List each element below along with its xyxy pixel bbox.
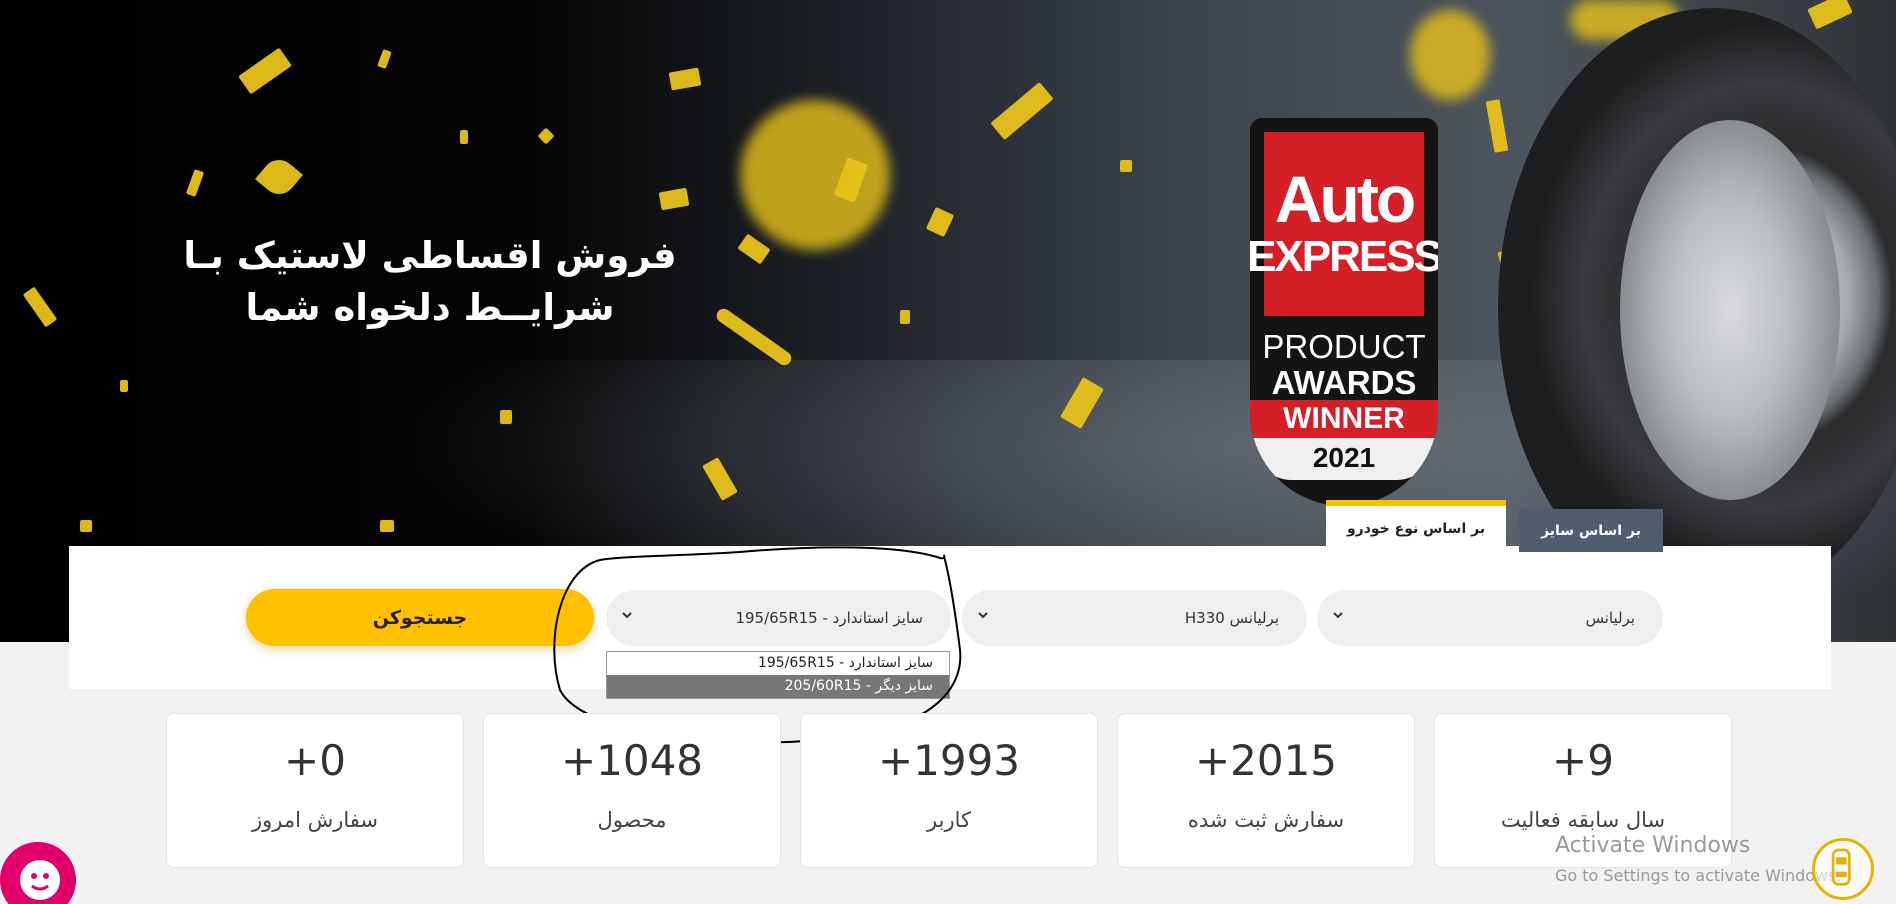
confetti: [120, 380, 128, 392]
confetti: [185, 169, 205, 197]
confetti: [1120, 160, 1132, 172]
confetti: [380, 520, 394, 532]
model-select-value: برلیانس H330: [1184, 609, 1279, 627]
confetti: [668, 67, 702, 91]
confetti: [377, 49, 392, 69]
confetti: [658, 187, 690, 211]
stat-label: سفارش امروز: [251, 808, 379, 832]
award-product-text: PRODUCT: [1262, 328, 1426, 365]
award-year: 2021: [1250, 438, 1438, 480]
stat-value: +1048: [560, 736, 704, 785]
stat-value: +1993: [877, 736, 1021, 785]
confetti: [925, 206, 955, 238]
confetti: [22, 286, 58, 328]
stat-card-registered-orders: +2015 سفارش ثبت شده: [1117, 713, 1415, 868]
stat-value: +2015: [1194, 736, 1338, 785]
award-brand-top: Auto: [1274, 162, 1416, 236]
hero-headline: فروش اقساطی لاستیک بـا شرایــط دلخواه شم…: [170, 230, 690, 334]
search-button[interactable]: جستجوکن: [246, 589, 594, 646]
award-badge: Auto EXPRESS PRODUCT AWARDS WINNER 2021: [1250, 118, 1438, 506]
tab-by-size[interactable]: بر اساس سایز: [1519, 509, 1663, 552]
stat-label: کاربر: [927, 808, 971, 832]
car-top-view-icon: [1831, 848, 1851, 886]
confetti: [238, 47, 292, 95]
windows-activation-subtitle: Go to Settings to activate Windows.: [1555, 866, 1842, 885]
confetti: [740, 100, 890, 250]
stat-card-products: +1048 محصول: [483, 713, 781, 868]
award-awards-text: AWARDS: [1271, 364, 1417, 401]
tire-wheel-rim: [1620, 120, 1840, 500]
tab-by-car-type[interactable]: بر اساس نوع خودرو: [1326, 500, 1506, 552]
size-dropdown-list: سایز استاندارد - 195/65R15 سایز دیگر - 2…: [606, 651, 950, 699]
award-brand-bottom: EXPRESS: [1250, 232, 1438, 281]
award-logo-block: Auto EXPRESS: [1250, 132, 1438, 316]
brand-select[interactable]: برلیانس: [1317, 590, 1663, 646]
size-option-highlighted[interactable]: سایز دیگر - 205/60R15: [607, 675, 949, 698]
confetti: [255, 153, 303, 201]
chevron-down-icon: [622, 612, 632, 619]
chevron-down-icon: [1333, 612, 1343, 619]
size-select[interactable]: سایز استاندارد - 195/65R15: [606, 590, 951, 646]
chat-face-icon: [20, 860, 60, 900]
page: Auto EXPRESS PRODUCT AWARDS WINNER 2021 …: [0, 0, 1896, 904]
stat-value: +9: [1552, 736, 1614, 785]
windows-activation-title: Activate Windows: [1555, 833, 1751, 858]
confetti: [900, 310, 910, 324]
confetti: [713, 306, 795, 368]
model-select[interactable]: برلیانس H330: [962, 590, 1307, 646]
confetti: [537, 127, 555, 145]
stat-value: +0: [284, 736, 346, 785]
stat-label: سفارش ثبت شده: [1187, 808, 1345, 832]
confetti: [990, 82, 1054, 140]
confetti: [1485, 99, 1509, 153]
hero-headline-line1: فروش اقساطی لاستیک بـا: [183, 234, 677, 277]
stat-label: محصول: [597, 808, 667, 832]
confetti: [1410, 10, 1490, 100]
confetti: [460, 130, 468, 144]
award-winner-ribbon: WINNER: [1250, 400, 1438, 438]
size-select-value: سایز استاندارد - 195/65R15: [735, 609, 923, 627]
confetti: [500, 410, 512, 424]
chevron-down-icon: [978, 612, 988, 619]
size-option[interactable]: سایز استاندارد - 195/65R15: [607, 652, 949, 675]
chat-button[interactable]: [0, 842, 76, 904]
brand-select-value: برلیانس: [1585, 609, 1635, 627]
confetti: [737, 233, 771, 265]
stat-card-today-orders: +0 سفارش امروز: [166, 713, 464, 868]
confetti: [1807, 0, 1853, 30]
car-icon[interactable]: [1812, 838, 1874, 900]
confetti: [80, 520, 92, 532]
hero-headline-line2: شرایــط دلخواه شما: [245, 286, 615, 329]
stat-label: سال سابقه فعالیت: [1500, 808, 1666, 832]
stat-card-users: +1993 کاربر: [800, 713, 1098, 868]
